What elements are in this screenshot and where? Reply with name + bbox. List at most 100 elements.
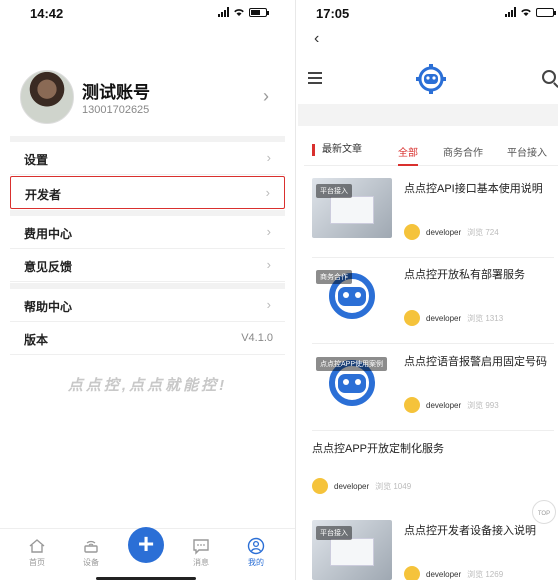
- profile-name: 测试账号: [82, 83, 150, 102]
- article-views: 浏览 1049: [375, 481, 412, 491]
- chevron-right-icon: ›: [266, 224, 271, 239]
- article-item[interactable]: 商务合作 点点控开放私有部署服务 developer 浏览 1313: [312, 264, 554, 344]
- profile-phone: 13001702625: [82, 104, 150, 116]
- status-bar: 17:05: [298, 6, 558, 22]
- menu-item-developer[interactable]: 开发者 ›: [10, 176, 285, 209]
- article-tag: 平台接入: [316, 526, 352, 540]
- tab-messages[interactable]: 消息: [181, 537, 221, 568]
- menu-item-feedback[interactable]: 意见反馈 ›: [10, 249, 285, 282]
- router-icon: [84, 540, 98, 553]
- menu-item-label: 费用中心: [24, 227, 73, 241]
- home-icon: [29, 539, 45, 553]
- menu-item-help[interactable]: 帮助中心 ›: [10, 289, 285, 322]
- version-value: V4.1.0: [241, 332, 273, 344]
- status-bar: 14:42: [0, 6, 295, 22]
- article-title: 点点控API接口基本使用说明: [404, 183, 543, 195]
- battery-icon: [249, 7, 269, 17]
- article-meta: developer 浏览 1313: [404, 310, 503, 326]
- wifi-icon: [234, 9, 244, 16]
- article-thumbnail: 平台接入: [312, 520, 392, 580]
- article-thumbnail: 平台接入: [312, 178, 392, 238]
- robot-logo-icon: [416, 64, 446, 94]
- article-item[interactable]: 点点控APP使用案例 点点控语音报警启用固定号码 developer 浏览 99…: [312, 351, 554, 431]
- article-meta: developer 浏览 724: [404, 224, 499, 240]
- add-device-button[interactable]: +: [128, 527, 164, 563]
- menu-item-label: 版本: [24, 333, 49, 347]
- article-title[interactable]: 点点控APP开放定制化服务: [312, 440, 444, 456]
- article-title: 点点控语音报警启用固定号码: [404, 356, 547, 368]
- article-author: developer: [426, 400, 462, 410]
- author-avatar: [312, 478, 328, 494]
- article-item[interactable]: 平台接入 点点控开发者设备接入说明 developer 浏览 1269: [312, 520, 554, 580]
- article-tag: 点点控APP使用案例: [316, 357, 388, 371]
- message-icon: [193, 539, 209, 555]
- author-avatar: [404, 310, 420, 326]
- menu-item-version: 版本 V4.1.0: [10, 322, 285, 355]
- author-avatar: [404, 224, 420, 240]
- article-item[interactable]: 平台接入 点点控API接口基本使用说明 developer 浏览 724: [312, 178, 554, 258]
- tab-platform[interactable]: 平台接入: [507, 144, 547, 159]
- divider: [298, 104, 558, 126]
- article-author: developer: [426, 227, 462, 237]
- article-thumbnail: 商务合作: [312, 264, 392, 324]
- plus-icon: +: [137, 528, 155, 559]
- article-tag: 商务合作: [316, 270, 352, 284]
- article-title: 点点控开放私有部署服务: [404, 269, 525, 281]
- status-icons: [218, 7, 269, 17]
- article-views: 浏览 724: [467, 227, 499, 237]
- profile-screen: 14:42 测试账号 13001702625 › 设置 › 开发者 › 费用中心…: [0, 0, 296, 580]
- menu-button[interactable]: [308, 72, 322, 87]
- article-tag: 平台接入: [316, 184, 352, 198]
- tab-mine[interactable]: 我的: [236, 537, 276, 568]
- tab-devices[interactable]: 设备: [71, 537, 111, 568]
- section-title: 最新文章: [312, 144, 362, 156]
- article-meta: developer 浏览 1049: [312, 478, 411, 494]
- article-title: 点点控开发者设备接入说明: [404, 525, 536, 537]
- avatar: [20, 70, 74, 124]
- menu-item-billing[interactable]: 费用中心 ›: [10, 216, 285, 249]
- article-author: developer: [426, 569, 462, 579]
- tab-home[interactable]: 首页: [17, 537, 57, 568]
- tab-label: 我的: [248, 558, 264, 567]
- articles-screen: 17:05 ‹ 最新文章 全部 商务合作 平台接入 平台接入 点点控API接口基…: [298, 0, 558, 580]
- menu-item-label: 设置: [24, 153, 49, 167]
- article-meta: developer 浏览 993: [404, 397, 499, 413]
- article-author: developer: [334, 481, 370, 491]
- bottom-tab-bar: 首页 设备 + 消息 我的: [0, 527, 295, 580]
- tab-label: 设备: [83, 558, 99, 567]
- article-thumbnail: 点点控APP使用案例: [312, 351, 392, 411]
- menu-item-label: 帮助中心: [24, 300, 73, 314]
- back-button[interactable]: ‹: [314, 30, 319, 48]
- signal-icon: [218, 7, 229, 17]
- author-avatar: [404, 397, 420, 413]
- tab-business[interactable]: 商务合作: [443, 144, 483, 159]
- article-views: 浏览 1313: [467, 313, 504, 323]
- chevron-left-icon: ‹: [314, 30, 320, 47]
- tab-all[interactable]: 全部: [398, 144, 418, 166]
- category-tabs: 最新文章 全部 商务合作 平台接入: [304, 136, 558, 166]
- chevron-right-icon: ›: [266, 297, 271, 312]
- article-meta: developer 浏览 1269: [404, 566, 503, 580]
- menu-item-label: 开发者: [25, 188, 62, 202]
- chevron-right-icon: ›: [266, 150, 271, 165]
- search-icon[interactable]: [542, 70, 556, 84]
- menu-item-settings[interactable]: 设置 ›: [10, 142, 285, 175]
- status-time: 14:42: [30, 6, 64, 21]
- status-icons: [505, 7, 556, 17]
- article-author: developer: [426, 313, 462, 323]
- article-views: 浏览 1269: [467, 569, 504, 579]
- article-views: 浏览 993: [467, 400, 499, 410]
- user-icon: [247, 537, 265, 555]
- profile-header[interactable]: 测试账号 13001702625 ›: [20, 68, 275, 126]
- menu-item-label: 意见反馈: [24, 260, 73, 274]
- battery-icon: [536, 7, 556, 17]
- author-avatar: [404, 566, 420, 580]
- chevron-right-icon: ›: [263, 86, 269, 106]
- slogan: 点点控,点点就能控!: [67, 377, 228, 394]
- chevron-right-icon: ›: [266, 257, 271, 272]
- chevron-right-icon: ›: [265, 185, 270, 200]
- tab-label: 首页: [29, 558, 45, 567]
- wifi-icon: [521, 9, 531, 16]
- tab-label: 消息: [193, 558, 209, 567]
- app-header: [298, 56, 558, 104]
